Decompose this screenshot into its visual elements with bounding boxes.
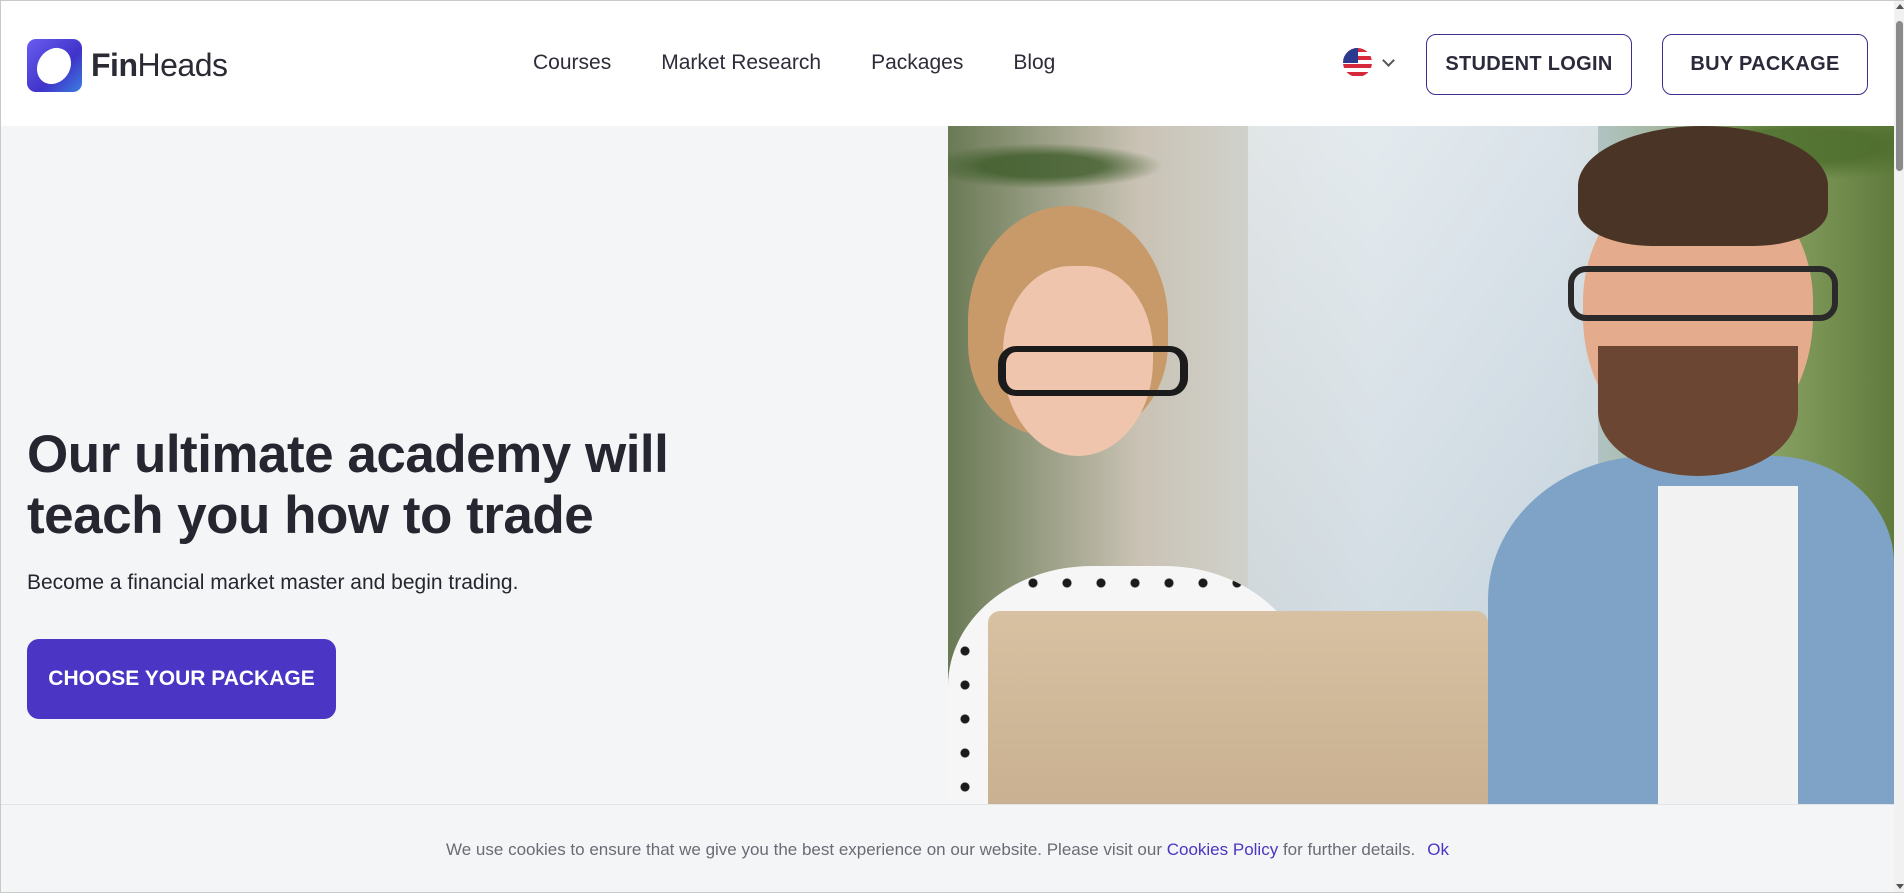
logo-icon	[27, 39, 82, 92]
man-hair	[1578, 126, 1828, 246]
scroll-down-arrow-icon[interactable]	[1896, 884, 1904, 889]
vertical-scrollbar[interactable]	[1894, 1, 1904, 892]
main-nav: Courses Market Research Packages Blog	[533, 51, 1055, 75]
logo-text: FinHeads	[91, 47, 228, 84]
cookies-policy-link[interactable]: Cookies Policy	[1167, 840, 1279, 859]
nav-item-courses[interactable]: Courses	[533, 51, 611, 75]
buy-package-button[interactable]: BUY PACKAGE	[1662, 34, 1868, 95]
student-login-button[interactable]: STUDENT LOGIN	[1426, 34, 1632, 95]
site-header: FinHeads Courses Market Research Package…	[1, 1, 1894, 126]
nav-item-packages[interactable]: Packages	[871, 51, 963, 75]
us-flag-icon	[1343, 48, 1372, 77]
cookie-ok-button[interactable]: Ok	[1427, 840, 1449, 860]
language-selector[interactable]	[1343, 48, 1395, 77]
nav-item-market-research[interactable]: Market Research	[661, 51, 821, 75]
hero-subtitle: Become a financial market master and beg…	[27, 571, 519, 594]
logo-text-bold: Fin	[91, 47, 138, 83]
cookie-text-before: We use cookies to ensure that we give yo…	[446, 839, 1167, 859]
laptop	[988, 611, 1488, 804]
nav-item-blog[interactable]: Blog	[1013, 51, 1055, 75]
man-beard	[1598, 346, 1798, 476]
man-glasses	[1568, 266, 1838, 321]
logo-text-regular: Heads	[137, 47, 228, 83]
finheads-logo[interactable]: FinHeads	[27, 39, 228, 92]
cookie-banner: We use cookies to ensure that we give yo…	[1, 804, 1894, 892]
scrollbar-thumb[interactable]	[1896, 21, 1903, 171]
scroll-up-arrow-icon[interactable]	[1896, 4, 1904, 9]
cookie-text-after: for further details.	[1278, 839, 1416, 859]
cookie-message: We use cookies to ensure that we give yo…	[446, 840, 1415, 860]
browser-viewport: FinHeads Courses Market Research Package…	[0, 0, 1904, 893]
chevron-down-icon	[1382, 53, 1395, 67]
hero-title: Our ultimate academy will teach you how …	[27, 425, 669, 545]
choose-package-button[interactable]: CHOOSE YOUR PACKAGE	[27, 639, 336, 719]
man-figure	[1488, 126, 1894, 804]
man-tshirt	[1658, 486, 1798, 804]
woman-glasses	[998, 346, 1188, 396]
hero-image	[948, 126, 1894, 804]
hero-section: Our ultimate academy will teach you how …	[1, 126, 948, 804]
